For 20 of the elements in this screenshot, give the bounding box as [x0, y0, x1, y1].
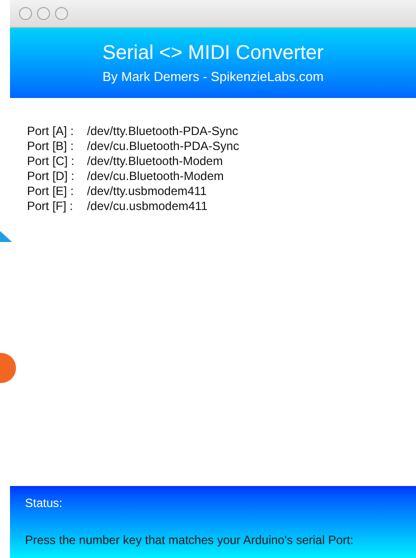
zoom-button[interactable]: [55, 7, 68, 20]
port-label: Port [C] :: [27, 154, 76, 169]
port-path: /dev/cu.usbmodem411: [87, 199, 208, 214]
port-label: Port [A] :: [27, 124, 75, 139]
triangle-icon: [0, 231, 12, 242]
port-path: /dev/tty.Bluetooth-PDA-Sync: [87, 124, 238, 139]
port-path: /dev/tty.Bluetooth-Modem: [87, 154, 223, 169]
app-subtitle: By Mark Demers - SpikenzieLabs.com: [102, 68, 324, 86]
port-path: /dev/tty.usbmodem411: [87, 184, 207, 199]
port-label: Port [E] :: [27, 184, 75, 199]
status-message: Press the number key that matches your Arduino's serial Port:: [25, 532, 354, 549]
port-label: Port [F] :: [27, 199, 74, 214]
app-title: Serial <> MIDI Converter: [102, 40, 324, 64]
status-label: Status:: [25, 495, 64, 512]
port-path: /dev/cu.Bluetooth-PDA-Sync: [87, 139, 240, 154]
port-path: /dev/cu.Bluetooth-Modem: [87, 169, 224, 184]
port-label: Port [D] :: [27, 169, 76, 184]
close-button[interactable]: [19, 7, 32, 20]
port-label: Port [B] :: [27, 139, 75, 154]
minimize-button[interactable]: [37, 7, 50, 20]
